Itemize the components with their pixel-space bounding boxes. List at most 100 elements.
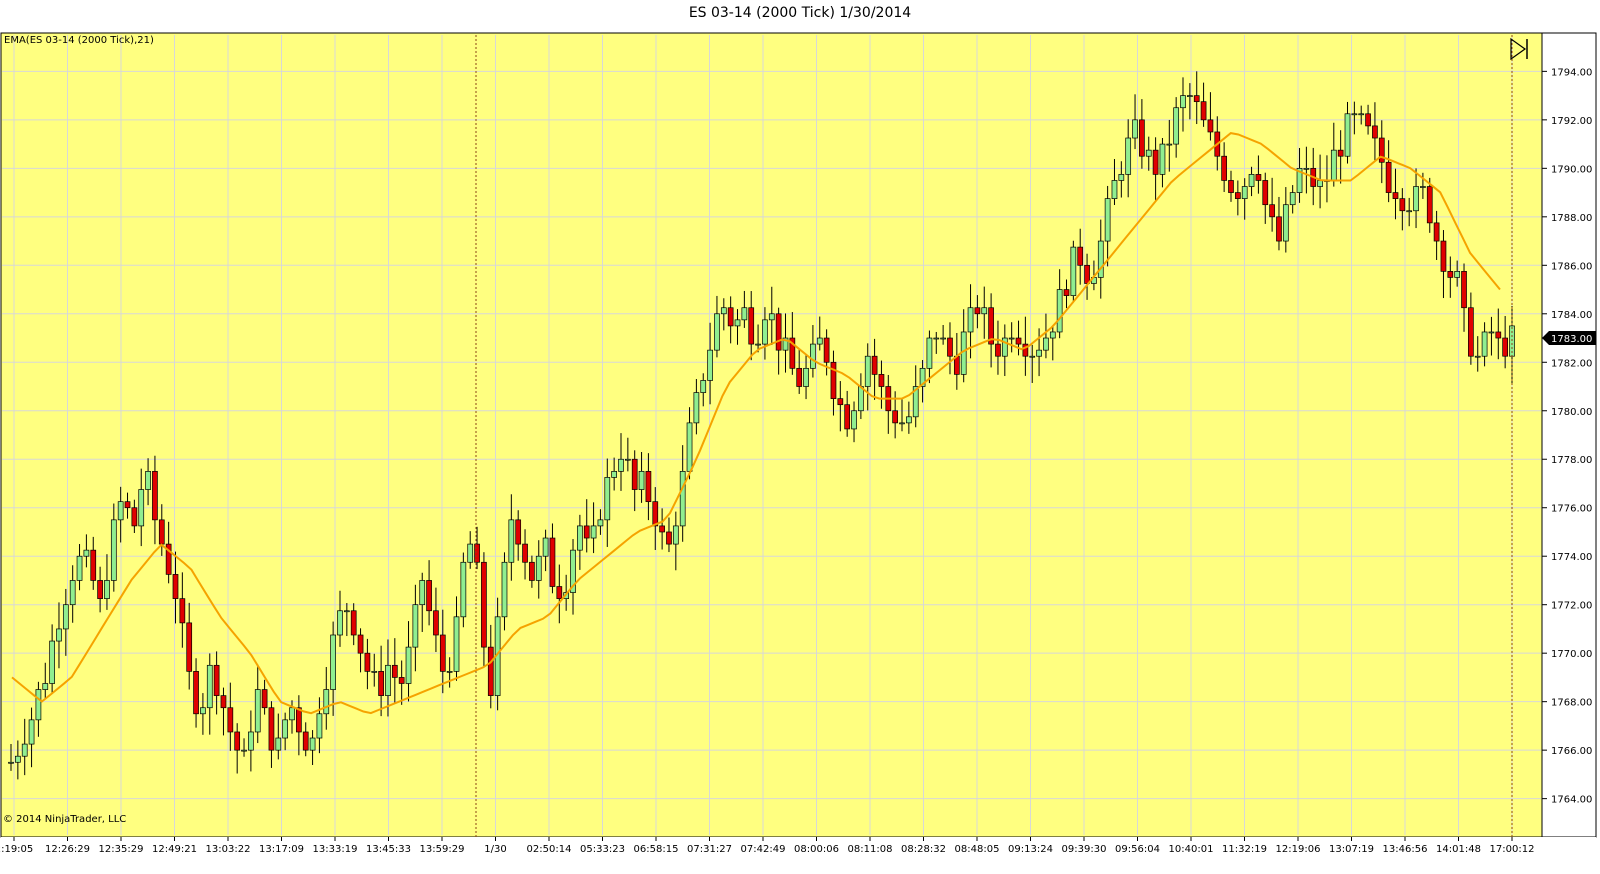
candle-down [727,307,734,327]
candle-up [604,477,611,521]
candle-up [110,519,117,581]
candle-down [1228,180,1234,193]
candle-up [1282,204,1289,242]
price-tick-label: 1776.00 [1551,504,1592,515]
candle-down [1207,119,1214,133]
candle-up [734,319,741,327]
price-chart[interactable]: 1764.00 1766.00 1768.00 1770.00 1772.00 1774.… [0,27,1600,874]
candle-up [686,422,693,472]
candle-up [1070,246,1077,296]
candle-down [666,531,672,545]
time-tick-label: 2:19:05 [0,844,33,855]
price-tick-label: 1774.00 [1551,552,1592,563]
candle-down [1139,119,1145,157]
candle-up [1351,113,1358,116]
time-tick-label: 08:48:05 [955,844,1000,855]
candle-up [816,337,823,345]
candle-down [1084,264,1090,284]
candle-down [830,361,837,399]
candle-up [851,410,857,430]
candle-up [254,689,261,733]
candle-down [172,574,179,599]
candle-up [508,519,515,563]
candle-down [234,731,241,751]
candle-down [124,501,131,509]
price-tick-label: 1768.00 [1551,698,1592,709]
candle-up [1132,119,1138,139]
candle-up [145,471,151,490]
price-tick-label: 1782.00 [1551,358,1592,369]
candle-up [1474,355,1481,358]
price-tick-label: 1786.00 [1551,261,1592,272]
candle-up [282,719,289,739]
candle-up [453,616,460,672]
candle-up [611,471,617,478]
price-tick-label: 1764.00 [1551,795,1592,806]
candle-down [1276,216,1282,242]
candle-down [357,634,364,654]
candle-up [768,313,775,321]
candle-up [460,561,467,618]
candle-up [700,380,707,393]
candle-up [1118,174,1125,181]
candle-up [419,580,426,606]
candle-up [981,307,988,315]
candle-up [446,671,453,673]
candle-down [645,471,652,503]
candle-up [1187,95,1193,97]
candle-up [1406,210,1413,213]
candle-up [467,543,474,563]
candle-up [672,525,679,545]
candle-up [289,707,295,721]
candle-down [549,537,556,587]
candle-down [302,731,309,751]
candle-up [405,646,412,684]
candle-down [631,458,638,490]
candle-down [1385,161,1392,193]
candle-down [1440,240,1447,272]
time-tick-label: 11:32:19 [1222,844,1267,855]
candle-up [1330,149,1337,181]
axis-area [1541,32,1597,838]
candle-down [796,367,803,387]
candle-down [775,313,782,351]
candle-up [1358,113,1365,116]
candle-down [220,695,227,709]
candle-down [1433,222,1440,242]
price-tick-label: 1766.00 [1551,746,1592,757]
candle-up [933,337,940,340]
time-tick-label: 07:42:49 [741,844,786,855]
time-tick-label: 17:00:12 [1490,844,1535,855]
candle-up [15,755,21,763]
candle-down [1365,113,1371,127]
candle-up [1317,180,1323,187]
candle-up [323,689,330,715]
candle-up [803,367,809,387]
chart-window: ES 03-14 (2000 Tick) 1/30/2014 1764.00 17… [0,0,1600,874]
candle-down [487,646,494,696]
candle-down [1468,307,1474,357]
candle-down [652,501,659,527]
candle-up [1241,186,1248,199]
candle-up [316,713,323,739]
candle-down [878,374,885,387]
candle-up [707,349,713,381]
price-tick-label: 1778.00 [1551,455,1592,466]
candle-up [21,743,28,757]
candle-up [597,519,604,527]
candle-down [1502,337,1508,357]
candle-up [1344,113,1351,157]
candle-down [97,580,103,599]
candle-down [892,410,899,424]
candle-up [1008,337,1015,340]
candle-up [8,761,14,764]
candle-down [1063,289,1070,296]
candle-up [1125,137,1132,175]
time-tick-label: 12:26:29 [45,844,90,855]
candle-down [268,707,275,751]
time-tick-label: 12:19:06 [1276,844,1321,855]
candle-down [871,355,878,375]
time-tick-label: 13:33:19 [313,844,358,855]
price-tick-label: 1788.00 [1551,213,1592,224]
candle-up [62,604,69,630]
